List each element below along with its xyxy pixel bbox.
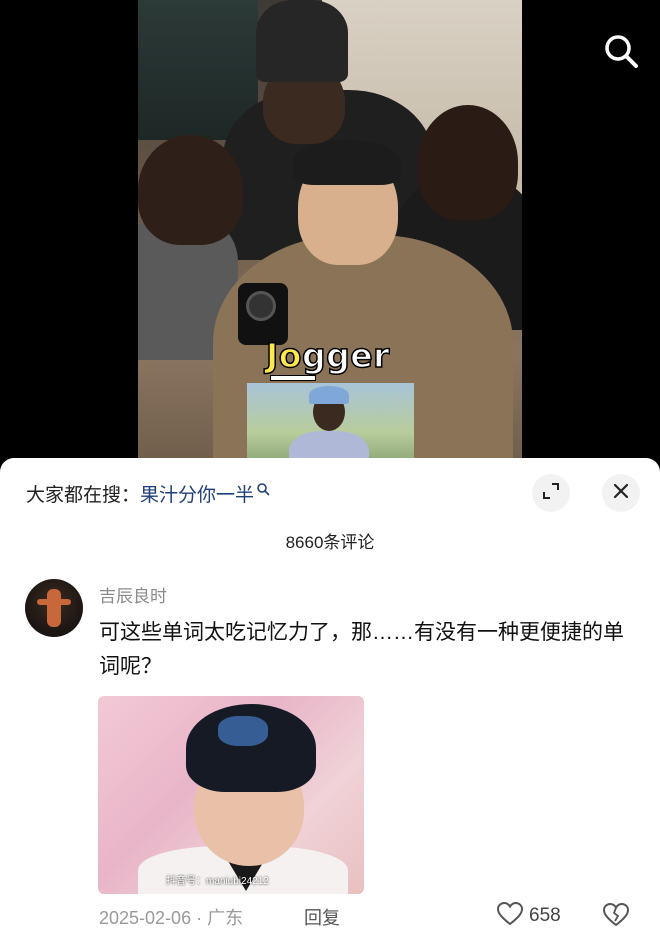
- caption-underline: [270, 375, 316, 381]
- avatar-figure: [47, 589, 61, 627]
- expand-icon: [542, 482, 560, 504]
- broken-heart-icon: [602, 902, 630, 931]
- hot-search-term[interactable]: 果汁分你一半: [140, 485, 254, 506]
- heart-icon: [496, 901, 524, 930]
- caption-rest: gger: [301, 335, 390, 376]
- reply-button[interactable]: 回复: [304, 904, 340, 930]
- comment-text: 可这些单词太吃记忆力了，那……有没有一种更便捷的单词呢？: [99, 621, 624, 678]
- video-player[interactable]: Jogger: [0, 0, 660, 470]
- comments-sheet: 大家都在搜：果汁分你一半 8660条评论 吉辰良时 可这些单词太吃记忆力了，那……: [0, 458, 660, 933]
- video-caption: Jogger: [265, 335, 390, 376]
- like-button[interactable]: 658: [496, 901, 561, 930]
- beanie-hat: [256, 0, 348, 82]
- expand-button[interactable]: [532, 474, 570, 512]
- image-hair-streak: [218, 716, 268, 746]
- hot-search-bar[interactable]: 大家都在搜：果汁分你一半: [26, 480, 270, 507]
- mini-search-icon: [256, 480, 270, 502]
- person-center-hair: [293, 140, 401, 185]
- comment-username[interactable]: 吉辰良时: [99, 582, 167, 607]
- avatar-figure-arms: [37, 599, 71, 605]
- close-icon: [613, 483, 629, 503]
- caption-highlight: Jo: [265, 335, 302, 376]
- dislike-button[interactable]: [602, 902, 630, 931]
- person-left-face: [138, 135, 243, 245]
- avatar[interactable]: [25, 579, 83, 637]
- hot-search-prefix: 大家都在搜：: [26, 485, 141, 506]
- comment-image[interactable]: 抖音号：maniubi24212: [98, 696, 364, 894]
- inset-image: [247, 383, 414, 470]
- video-frame[interactable]: Jogger: [138, 0, 522, 470]
- image-watermark: 抖音号：maniubi24212: [166, 876, 269, 887]
- comment-count: 8660条评论: [285, 533, 375, 552]
- comment-date: 2025-02-06: [99, 908, 192, 928]
- person-right-face: [418, 105, 518, 220]
- search-icon[interactable]: [602, 32, 640, 70]
- inset-person-cap: [309, 386, 349, 404]
- like-count: 658: [529, 905, 561, 926]
- comment-location: 广东: [207, 908, 244, 928]
- phone-camera: [246, 291, 276, 321]
- comment-meta: 2025-02-06 · 广东: [99, 904, 243, 930]
- close-button[interactable]: [602, 474, 640, 512]
- meta-separator: ·: [196, 908, 203, 928]
